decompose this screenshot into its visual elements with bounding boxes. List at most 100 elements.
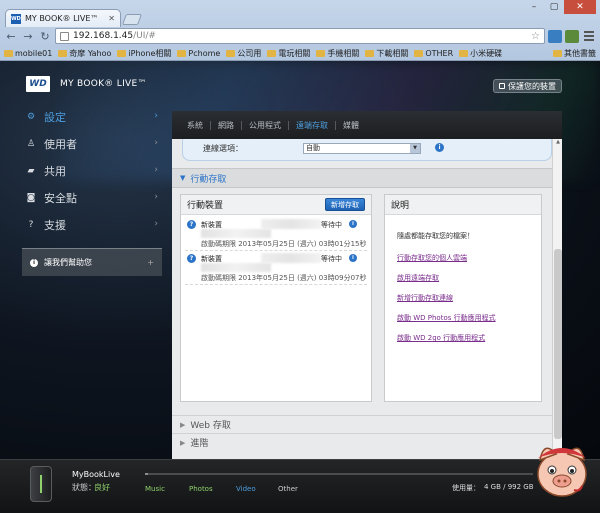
sidebar-item-label: 使用者 [44, 137, 77, 151]
sidebar-item-support[interactable]: ? 支援 › [22, 211, 162, 238]
folder-icon [58, 49, 68, 57]
menu-icon[interactable] [582, 30, 596, 43]
help-link[interactable]: 啟動 WD Photos 行動應用程式 [397, 313, 496, 323]
status-value: 良好 [94, 483, 110, 492]
wd-favicon-icon: WD [11, 13, 21, 24]
product-name: MY BOOK® LIVE™ [60, 79, 147, 89]
scrollbar[interactable]: ▲ ▼ [552, 139, 562, 459]
redacted-area [261, 253, 321, 263]
back-icon[interactable]: ← [4, 29, 18, 43]
close-icon[interactable]: ✕ [108, 14, 115, 23]
bookmark-item[interactable]: 奇摩 Yahoo [58, 48, 111, 59]
url-path: /UI/# [133, 31, 156, 41]
tab-utilities[interactable]: 公用程式 [242, 120, 289, 130]
connection-option-row: 連線選項： 自動 ▼ i [182, 139, 552, 161]
folder-icon: ▰ [27, 165, 35, 176]
capacity-fill [145, 473, 148, 475]
address-bar[interactable]: 192.168.1.45/UI/# ☆ [55, 28, 545, 44]
bookmark-item[interactable]: mobile01 [4, 49, 52, 58]
bookmark-item[interactable]: 電玩相關 [267, 48, 310, 59]
new-tab-button[interactable] [121, 14, 143, 25]
category-other: Other [278, 485, 298, 493]
extension-icon[interactable] [548, 29, 562, 43]
help-box[interactable]: i 讓我們幫助您 + [22, 248, 162, 276]
sidebar-item-settings[interactable]: ⚙ 設定 › [22, 103, 162, 130]
connection-label: 連線選項： [203, 144, 243, 153]
device-row[interactable]: ? 新裝置 等待中 i 啟動碼期限 2013年05月25日 (週六) 03時09… [185, 251, 367, 285]
connection-select[interactable]: 自動 ▼ [303, 143, 421, 154]
extension-icon[interactable] [565, 29, 579, 43]
card-title: 說明 [391, 201, 410, 211]
folder-icon [365, 49, 375, 57]
category-video: Video [236, 485, 256, 493]
web-access-header[interactable]: ▶ Web 存取 [172, 415, 552, 433]
info-icon: i [30, 258, 38, 267]
bookmark-item[interactable]: iPhone相關 [117, 48, 171, 59]
bookmark-item[interactable]: 公司用 [226, 48, 261, 59]
add-access-button[interactable]: 新增存取 [325, 198, 365, 211]
folder-icon [226, 49, 236, 57]
window-close-icon[interactable]: ✕ [564, 0, 596, 14]
help-link[interactable]: 新增行動存取連線 [397, 293, 453, 303]
user-icon: ♙ [26, 138, 36, 149]
chevron-right-icon: › [154, 192, 158, 202]
status-footer: MyBookLive 狀態： 良好 Music Photos Video Oth… [0, 459, 600, 513]
tab-title: MY BOOK® LIVE™ [25, 14, 99, 23]
card-header: 行動裝置 新增存取 [181, 195, 371, 215]
help-link[interactable]: 啟動 WD 2go 行動應用程式 [397, 333, 485, 343]
info-icon[interactable]: i [435, 143, 444, 152]
bookmark-item[interactable]: 小米硬碟 [459, 48, 502, 59]
settings-panel: 連線選項： 自動 ▼ i ▼ 行動存取 行動裝置 新增存取 ? 新裝置 等待中 … [172, 139, 552, 459]
tab-media[interactable]: 媒體 [336, 121, 366, 130]
tab-remote-access[interactable]: 遠端存取 [289, 120, 336, 130]
app-header: WD MY BOOK® LIVE™ 保護您的裝置 [0, 73, 600, 95]
bookmark-item[interactable]: OTHER [414, 49, 453, 58]
card-header: 說明 [385, 195, 541, 215]
scrollbar-thumb[interactable] [554, 249, 562, 439]
device-status: 等待中 [321, 221, 342, 229]
tab-system[interactable]: 系統 [180, 120, 211, 130]
sidebar-item-label: 共用 [44, 164, 66, 178]
help-link[interactable]: 行動存取您的個人雲端 [397, 253, 467, 263]
bookmark-item[interactable]: 下載相關 [365, 48, 408, 59]
minimize-icon[interactable]: – [524, 0, 544, 14]
advanced-header[interactable]: ▶ 進階 [172, 433, 552, 451]
chevron-right-icon: › [154, 111, 158, 121]
tab-network[interactable]: 網路 [211, 120, 242, 130]
sidebar-item-label: 設定 [44, 110, 66, 124]
sidebar-item-users[interactable]: ♙ 使用者 › [22, 130, 162, 157]
device-row[interactable]: ? 新裝置 等待中 i 啟動碼期限 2013年05月25日 (週六) 03時01… [185, 217, 367, 251]
maximize-icon[interactable]: ▢ [544, 0, 564, 14]
bookmark-item[interactable]: Pchome [177, 49, 220, 58]
folder-icon [553, 49, 562, 57]
mobile-access-header[interactable]: ▼ 行動存取 [172, 168, 552, 188]
chevron-right-icon: ▶ [180, 420, 186, 429]
lock-icon [499, 83, 505, 89]
question-icon: ? [187, 220, 196, 229]
folder-icon [459, 49, 469, 57]
folder-icon [117, 49, 127, 57]
info-icon[interactable]: i [349, 254, 357, 262]
url-text: 192.168.1.45/UI/# [73, 31, 527, 41]
usage-value: 4 GB / 992 GB [484, 483, 534, 491]
chevron-right-icon: › [154, 165, 158, 175]
bookmark-other[interactable]: 其他書籤 [553, 48, 596, 59]
sidebar-item-safepoints[interactable]: ◙ 安全點 › [22, 184, 162, 211]
main-content: 系統 網路 公用程式 遠端存取 媒體 連線選項： 自動 ▼ i ▼ 行動存取 行動… [172, 111, 562, 459]
info-icon[interactable]: i [349, 220, 357, 228]
reload-icon[interactable]: ↻ [38, 29, 52, 43]
forward-icon[interactable]: → [21, 29, 35, 43]
chevron-right-icon: ▶ [180, 438, 186, 447]
explanation-text: 隨處都能存取您的檔案！ [397, 232, 474, 240]
folder-icon [316, 49, 326, 57]
scroll-up-icon[interactable]: ▲ [553, 139, 563, 147]
bookmark-item[interactable]: 手機相關 [316, 48, 359, 59]
star-icon[interactable]: ☆ [531, 31, 540, 42]
category-music: Music [145, 485, 165, 493]
secure-device-button[interactable]: 保護您的裝置 [493, 79, 562, 93]
browser-tab[interactable]: WD MY BOOK® LIVE™ ✕ [5, 9, 121, 27]
help-link[interactable]: 啟用遠端存取 [397, 273, 439, 283]
sidebar-item-shares[interactable]: ▰ 共用 › [22, 157, 162, 184]
plus-icon: + [147, 258, 154, 267]
redacted-area [201, 263, 271, 272]
